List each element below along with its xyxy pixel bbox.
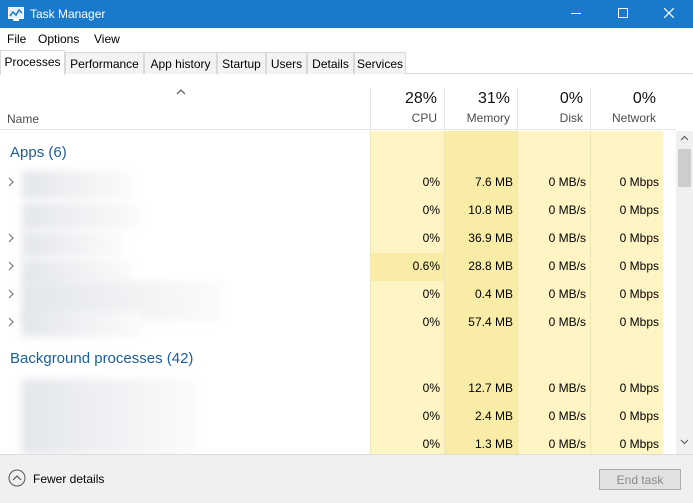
network-cell: 0 Mbps xyxy=(619,231,659,245)
tab-bar: Processes Performance App history Startu… xyxy=(0,50,693,75)
chevron-right-icon[interactable] xyxy=(7,232,15,244)
memory-cell: 36.9 MB xyxy=(468,231,513,245)
cpu-cell: 0% xyxy=(422,381,440,395)
group-apps[interactable]: Apps (6) xyxy=(10,144,67,161)
disk-cell: 0 MB/s xyxy=(548,287,586,301)
tab-processes[interactable]: Processes xyxy=(0,50,65,75)
memory-cell: 28.8 MB xyxy=(468,259,513,273)
table-row[interactable]: 0% 57.4 MB 0 MB/s 0 Mbps xyxy=(0,309,676,337)
cpu-cell: 0% xyxy=(422,231,440,245)
network-cell: 0 Mbps xyxy=(619,203,659,217)
network-total: 0% xyxy=(632,90,656,107)
table-row[interactable]: 0% 2.4 MB 0 MB/s 0 Mbps xyxy=(0,403,676,431)
memory-cell: 0.4 MB xyxy=(474,287,513,301)
network-cell: 0 Mbps xyxy=(619,409,659,423)
maximize-button[interactable] xyxy=(600,0,646,28)
chevron-right-icon[interactable] xyxy=(7,316,15,328)
tab-users[interactable]: Users xyxy=(266,52,307,74)
tab-details[interactable]: Details xyxy=(307,52,354,74)
column-header: Name 28% CPU 31% Memory 0% Disk 0% Netwo… xyxy=(0,88,676,130)
disk-cell: 0 MB/s xyxy=(548,409,586,423)
disk-cell: 0 MB/s xyxy=(548,381,586,395)
process-list: Apps (6) Background processes (42) 0% 7.6… xyxy=(0,131,676,454)
cpu-cell: 0% xyxy=(422,315,440,329)
menu-file[interactable]: File xyxy=(7,32,26,46)
table-row[interactable]: 0% 36.9 MB 0 MB/s 0 Mbps xyxy=(0,225,676,253)
close-button[interactable] xyxy=(646,0,692,28)
network-cell: 0 Mbps xyxy=(619,175,659,189)
title-bar: Task Manager xyxy=(0,0,693,28)
network-cell: 0 Mbps xyxy=(619,259,659,273)
disk-cell: 0 MB/s xyxy=(548,231,586,245)
network-cell: 0 Mbps xyxy=(619,437,659,451)
scroll-up-icon[interactable] xyxy=(680,135,689,141)
network-label: Network xyxy=(611,111,656,125)
scrollbar-thumb[interactable] xyxy=(678,149,691,187)
network-cell: 0 Mbps xyxy=(619,381,659,395)
disk-cell: 0 MB/s xyxy=(548,259,586,273)
disk-cell: 0 MB/s xyxy=(548,175,586,189)
memory-cell: 10.8 MB xyxy=(468,203,513,217)
memory-cell: 2.4 MB xyxy=(474,409,513,423)
maximize-icon xyxy=(618,8,628,18)
network-cell: 0 Mbps xyxy=(619,315,659,329)
table-row[interactable]: 0.6% 28.8 MB 0 MB/s 0 Mbps xyxy=(0,253,676,281)
column-disk[interactable]: 0% Disk xyxy=(517,88,590,130)
memory-total: 31% xyxy=(477,90,510,107)
cpu-cell: 0% xyxy=(422,203,440,217)
memory-cell: 12.7 MB xyxy=(468,381,513,395)
chevron-right-icon[interactable] xyxy=(7,288,15,300)
tab-app-history[interactable]: App history xyxy=(144,52,217,74)
disk-cell: 0 MB/s xyxy=(548,437,586,451)
group-background-processes[interactable]: Background processes (42) xyxy=(10,350,193,367)
fewer-details-link[interactable]: Fewer details xyxy=(33,472,104,486)
task-manager-app-icon xyxy=(8,7,24,21)
table-row[interactable]: 0% 10.8 MB 0 MB/s 0 Mbps xyxy=(0,197,676,225)
memory-label: Memory xyxy=(466,111,510,125)
tab-startup[interactable]: Startup xyxy=(217,52,266,74)
cpu-label: CPU xyxy=(411,111,437,125)
cpu-cell: 0% xyxy=(422,287,440,301)
table-row[interactable]: 0% 7.6 MB 0 MB/s 0 Mbps xyxy=(0,169,676,197)
table-row[interactable]: 0% 12.7 MB 0 MB/s 0 Mbps xyxy=(0,375,676,403)
cpu-cell: 0% xyxy=(422,409,440,423)
disk-label: Disk xyxy=(559,111,583,125)
chevron-right-icon[interactable] xyxy=(7,260,15,272)
cpu-cell: 0% xyxy=(422,175,440,189)
vertical-scrollbar[interactable] xyxy=(676,131,693,454)
memory-cell: 1.3 MB xyxy=(474,437,513,451)
memory-cell: 57.4 MB xyxy=(468,315,513,329)
cpu-cell: 0.6% xyxy=(412,259,440,273)
memory-cell: 7.6 MB xyxy=(474,175,513,189)
menu-options[interactable]: Options xyxy=(38,32,79,46)
column-network[interactable]: 0% Network xyxy=(590,88,663,130)
close-icon xyxy=(664,8,674,18)
cpu-total: 28% xyxy=(404,90,437,107)
column-name[interactable]: Name xyxy=(7,112,39,126)
table-row[interactable]: 0% 1.3 MB 0 MB/s 0 Mbps xyxy=(0,431,676,454)
column-cpu[interactable]: 28% CPU xyxy=(370,88,444,130)
footer: Fewer details End task xyxy=(0,454,693,503)
window-title: Task Manager xyxy=(30,7,106,21)
chevron-up-icon[interactable] xyxy=(176,88,186,96)
disk-cell: 0 MB/s xyxy=(548,315,586,329)
menu-bar: File Options View xyxy=(0,28,693,50)
cpu-cell: 0% xyxy=(422,437,440,451)
menu-view[interactable]: View xyxy=(94,32,120,46)
minimize-button[interactable] xyxy=(553,0,599,28)
chevron-up-circle-icon[interactable] xyxy=(8,469,26,487)
end-task-button[interactable]: End task xyxy=(599,469,681,490)
disk-cell: 0 MB/s xyxy=(548,203,586,217)
column-memory[interactable]: 31% Memory xyxy=(444,88,517,130)
tab-services[interactable]: Services xyxy=(354,52,406,74)
network-cell: 0 Mbps xyxy=(619,287,659,301)
scroll-down-icon[interactable] xyxy=(680,439,689,445)
disk-total: 0% xyxy=(559,90,583,107)
table-row[interactable]: 0% 0.4 MB 0 MB/s 0 Mbps xyxy=(0,281,676,309)
tab-performance[interactable]: Performance xyxy=(65,52,144,74)
chevron-right-icon[interactable] xyxy=(7,176,15,188)
minimize-icon xyxy=(571,13,581,14)
